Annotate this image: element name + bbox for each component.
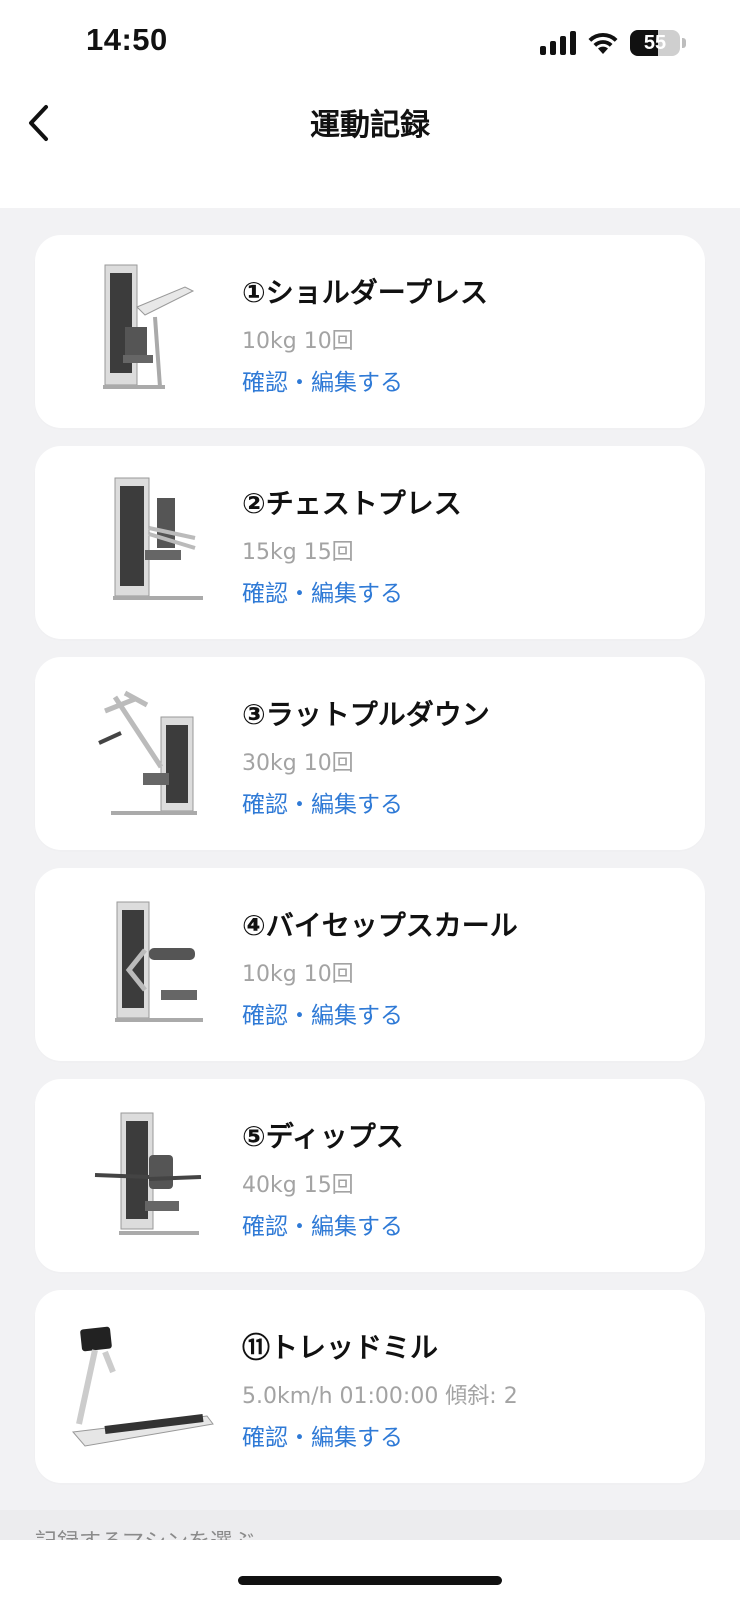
shoulder-press-machine-icon: [103, 264, 195, 389]
record-card-biceps-curl[interactable]: ④バイセップスカール 10kg 10回 確認・編集する: [35, 868, 705, 1061]
record-detail: 40kg 15回: [242, 1173, 354, 1198]
home-indicator-area: [0, 1540, 740, 1600]
battery-icon: 55: [630, 30, 680, 56]
treadmill-icon: [72, 1326, 214, 1447]
record-title: ④バイセップスカール: [242, 909, 518, 942]
record-detail: 30kg 10回: [242, 751, 354, 776]
record-detail: 15kg 15回: [242, 540, 354, 565]
page-title: 運動記録: [310, 108, 430, 143]
chest-press-machine-icon: [113, 477, 203, 600]
record-title: ⑤ディップス: [242, 1120, 404, 1153]
record-title: ①ショルダープレス: [242, 276, 489, 309]
record-detail: 10kg 10回: [242, 962, 354, 987]
confirm-edit-link[interactable]: 確認・編集する: [242, 1207, 403, 1241]
confirm-edit-link[interactable]: 確認・編集する: [242, 996, 403, 1030]
record-detail: 10kg 10回: [242, 329, 354, 354]
home-indicator[interactable]: [238, 1576, 502, 1585]
wifi-icon: [588, 32, 618, 54]
status-bar: 14:50 55: [0, 0, 740, 88]
lat-pulldown-machine-icon: [98, 690, 197, 815]
confirm-edit-link[interactable]: 確認・編集する: [242, 363, 403, 397]
record-card-chest-press[interactable]: ②チェストプレス 15kg 15回 確認・編集する: [35, 446, 705, 639]
record-card-treadmill[interactable]: ⑪トレッドミル 5.0km/h 01:00:00 傾斜: 2 確認・編集する: [35, 1290, 705, 1483]
status-icons: 55: [540, 28, 686, 58]
biceps-curl-machine-icon: [115, 901, 203, 1022]
confirm-edit-link[interactable]: 確認・編集する: [242, 785, 403, 819]
record-card-dips[interactable]: ⑤ディップス 40kg 15回 確認・編集する: [35, 1079, 705, 1272]
exercise-record-list: ①ショルダープレス 10kg 10回 確認・編集する ②チェストプレス 15kg…: [35, 235, 705, 1501]
battery-level: 55: [643, 31, 667, 54]
record-title: ③ラットプルダウン: [242, 698, 490, 731]
status-time: 14:50: [86, 22, 168, 57]
record-title: ②チェストプレス: [242, 487, 462, 520]
navigation-bar: 運動記録: [0, 88, 740, 208]
record-card-lat-pulldown[interactable]: ③ラットプルダウン 30kg 10回 確認・編集する: [35, 657, 705, 850]
record-card-shoulder-press[interactable]: ①ショルダープレス 10kg 10回 確認・編集する: [35, 235, 705, 428]
cellular-signal-icon: [540, 31, 576, 55]
record-title: ⑪トレッドミル: [242, 1331, 439, 1364]
confirm-edit-link[interactable]: 確認・編集する: [242, 574, 403, 608]
confirm-edit-link[interactable]: 確認・編集する: [242, 1418, 403, 1452]
dips-machine-icon: [94, 1112, 202, 1235]
record-detail: 5.0km/h 01:00:00 傾斜: 2: [242, 1384, 518, 1409]
battery-tip: [682, 38, 686, 48]
